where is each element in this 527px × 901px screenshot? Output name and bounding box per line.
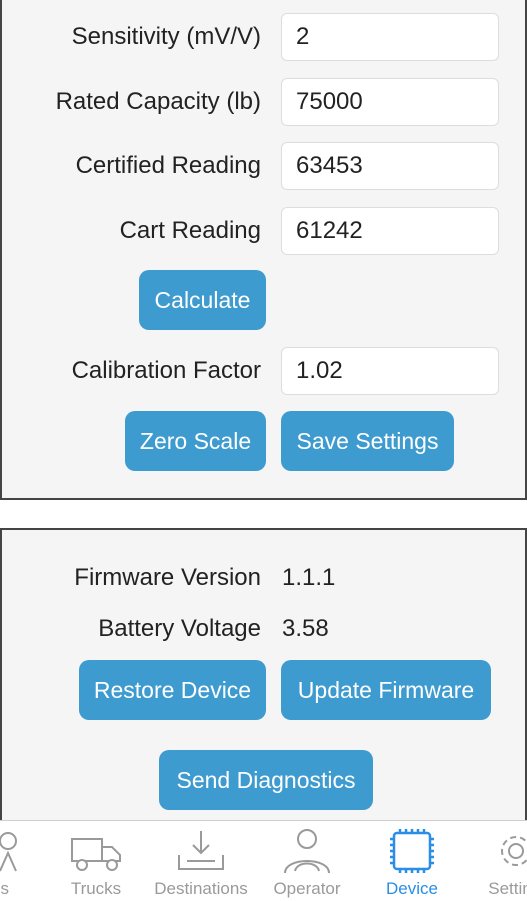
restore-device-button[interactable]: Restore Device <box>79 660 266 720</box>
chip-icon <box>386 821 438 875</box>
truck-icon <box>68 821 124 875</box>
cart-reading-input[interactable] <box>281 207 499 255</box>
certified-reading-input[interactable] <box>281 142 499 190</box>
tab-settings[interactable]: Settin <box>480 821 527 901</box>
update-firmware-button[interactable]: Update Firmware <box>281 660 491 720</box>
save-settings-button[interactable]: Save Settings <box>281 411 454 471</box>
tab-destinations[interactable]: Destinations <box>148 821 254 901</box>
device-info-panel: Firmware Version 1.1.1 Battery Voltage 3… <box>0 528 527 820</box>
tab-operator[interactable]: Operator <box>266 821 348 901</box>
battery-voltage-value: 3.58 <box>282 615 329 642</box>
tab-operator-label: Operator <box>273 879 341 898</box>
send-diagnostics-button[interactable]: Send Diagnostics <box>159 750 373 810</box>
partial-icon <box>0 821 22 875</box>
tab-device[interactable]: Device <box>374 821 450 901</box>
operator-icon <box>281 821 333 875</box>
zero-scale-button[interactable]: Zero Scale <box>125 411 266 471</box>
firmware-version-label: Firmware Version <box>74 564 261 591</box>
calibration-factor-input[interactable] <box>281 347 499 395</box>
bottom-tab-bar: ds Trucks <box>0 820 527 900</box>
cart-reading-label: Cart Reading <box>119 217 261 244</box>
calibration-factor-label: Calibration Factor <box>71 357 261 384</box>
sensitivity-label: Sensitivity (mV/V) <box>71 23 261 50</box>
rated-capacity-label: Rated Capacity (lb) <box>55 88 261 115</box>
tab-destinations-label: Destinations <box>154 879 248 898</box>
tab-trucks[interactable]: Trucks <box>58 821 134 901</box>
firmware-version-value: 1.1.1 <box>282 564 336 591</box>
tab-device-label: Device <box>386 879 438 898</box>
download-tray-icon <box>173 821 229 875</box>
tab-partial-label: ds <box>0 879 9 898</box>
gear-icon <box>486 821 527 875</box>
rated-capacity-input[interactable] <box>281 78 499 126</box>
battery-voltage-label: Battery Voltage <box>98 615 261 642</box>
tab-partial[interactable]: ds <box>0 821 30 901</box>
tab-trucks-label: Trucks <box>70 879 122 898</box>
tab-settings-label: Settin <box>488 879 527 898</box>
calculate-button[interactable]: Calculate <box>139 270 266 330</box>
certified-reading-label: Certified Reading <box>75 152 261 179</box>
sensitivity-input[interactable] <box>281 13 499 61</box>
calibration-panel: Sensitivity (mV/V) Rated Capacity (lb) C… <box>0 0 527 500</box>
